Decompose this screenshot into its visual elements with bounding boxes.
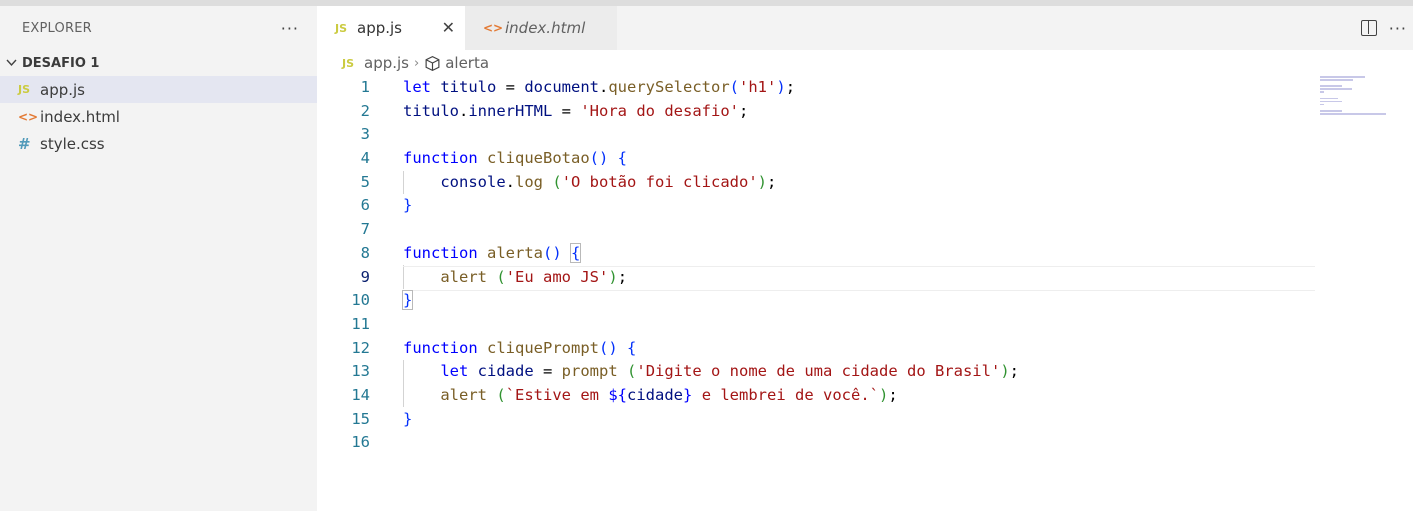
code-text: let titulo = document.querySelector('h1'… [403, 78, 796, 96]
explorer-header: EXPLORER ··· [0, 6, 317, 50]
code-text: alert (`Estive em ${cidade} e lembrei de… [440, 385, 898, 404]
line-number: 9 [360, 267, 370, 286]
file-item-app-js[interactable]: JS app.js [0, 76, 317, 103]
code-text: alert ('Eu amo JS'); [440, 267, 628, 286]
line-number: 12 [351, 338, 370, 357]
editor-actions: ··· [1360, 6, 1413, 50]
line-number: 10 [351, 291, 370, 310]
line-number: 14 [351, 385, 370, 404]
folder-label: DESAFIO 1 [22, 55, 100, 71]
line-number: 7 [360, 220, 370, 239]
tab-bar: JS app.js ✕ <> index.html ··· [317, 6, 1413, 50]
javascript-file-icon: JS [342, 56, 355, 70]
line-number: 16 [351, 433, 370, 452]
breadcrumb: JS app.js › alerta [342, 52, 489, 74]
code-line: 5 console.log ('O botão foi clicado'); [317, 171, 1413, 195]
css-file-icon: # [18, 134, 31, 153]
code-line: 12 function cliquePrompt() { [317, 337, 1413, 361]
split-editor-icon[interactable] [1360, 20, 1377, 36]
code-text: } [403, 196, 413, 215]
explorer-sidebar: EXPLORER ··· DESAFIO 1 JS app.js <> inde… [0, 6, 317, 511]
code-text: } [403, 409, 413, 428]
code-line: 2 titulo.innerHTML = 'Hora do desafio'; [317, 100, 1413, 124]
more-actions-icon[interactable]: ··· [1389, 19, 1407, 38]
code-line: 4 function cliqueBotao() { [317, 147, 1413, 171]
tab-index-html[interactable]: <> index.html [465, 6, 617, 50]
line-number: 1 [360, 78, 370, 96]
code-text: console.log ('O botão foi clicado'); [440, 172, 777, 191]
code-line: 10} [317, 289, 1413, 313]
line-number: 2 [360, 101, 370, 120]
tab-label: index.html [505, 19, 586, 37]
code-line: 13 let cidade = prompt ('Digite o nome d… [317, 360, 1413, 384]
code-line: 14 alert (`Estive em ${cidade} e lembrei… [317, 384, 1413, 408]
javascript-file-icon: JS [335, 21, 348, 35]
file-item-index-html[interactable]: <> index.html [0, 103, 317, 130]
file-label: style.css [40, 134, 105, 153]
code-line: 6} [317, 194, 1413, 218]
line-number: 13 [351, 362, 370, 381]
code-line: 1 let titulo = document.querySelector('h1… [317, 76, 1413, 100]
code-line: 8 function alerta() { [317, 242, 1413, 266]
code-text: titulo.innerHTML = 'Hora do desafio'; [403, 101, 749, 120]
folder-desafio-1[interactable]: DESAFIO 1 [0, 50, 317, 76]
chevron-down-icon [6, 57, 22, 70]
javascript-file-icon: JS [18, 83, 31, 96]
close-icon[interactable]: ✕ [442, 18, 455, 37]
minimap[interactable] [1320, 76, 1390, 116]
file-item-style-css[interactable]: # style.css [0, 130, 317, 157]
code-text: let cidade = prompt ('Digite o nome de u… [440, 362, 1019, 381]
line-number: 6 [360, 196, 370, 215]
explorer-title: EXPLORER [22, 20, 92, 36]
line-number: 3 [360, 125, 370, 144]
line-number: 8 [360, 243, 370, 262]
tab-label: app.js [357, 19, 402, 37]
code-text: function alerta() { [403, 242, 582, 263]
code-line: 15} [317, 408, 1413, 432]
editor-area: JS app.js ✕ <> index.html ··· JS app.js … [317, 6, 1413, 511]
code-line: 3 [317, 123, 1413, 147]
line-number: 5 [360, 172, 370, 191]
code-text: function cliqueBotao() { [403, 149, 628, 168]
symbol-method-icon [425, 55, 440, 71]
code-text: } [401, 290, 414, 311]
line-number: 15 [351, 409, 370, 428]
code-line: 16 [317, 431, 1413, 455]
html-file-icon: <> [483, 21, 504, 35]
code-line: 11 [317, 313, 1413, 337]
line-number: 11 [351, 314, 370, 333]
breadcrumb-separator: › [414, 55, 420, 71]
file-label: index.html [40, 107, 120, 126]
explorer-more-icon[interactable]: ··· [281, 19, 299, 38]
code-line-current: 9 alert ('Eu amo JS'); [317, 265, 1413, 291]
code-line: 7 [317, 218, 1413, 242]
breadcrumb-symbol[interactable]: alerta [445, 54, 489, 72]
code-editor[interactable]: 1 let titulo = document.querySelector('h1… [317, 76, 1413, 455]
code-text: function cliquePrompt() { [403, 338, 637, 357]
html-file-icon: <> [18, 109, 39, 124]
file-label: app.js [40, 80, 85, 99]
line-number: 4 [360, 149, 370, 168]
breadcrumb-file[interactable]: app.js [364, 54, 409, 72]
tab-app-js[interactable]: JS app.js ✕ [317, 6, 465, 50]
